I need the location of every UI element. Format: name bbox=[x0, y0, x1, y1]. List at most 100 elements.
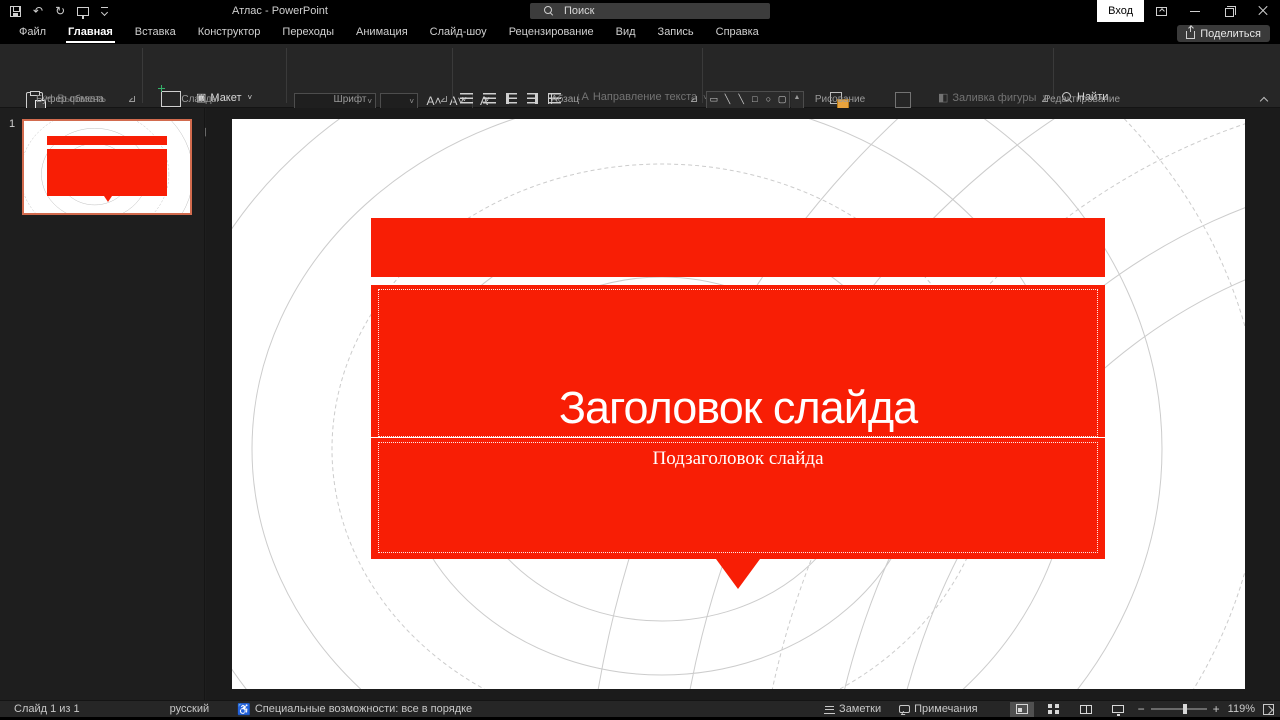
shape-arrow-icon[interactable]: ╲ bbox=[734, 92, 748, 106]
paragraph-dialog-launcher[interactable] bbox=[690, 95, 699, 104]
shape-rounded-rect-icon[interactable]: ▢ bbox=[775, 92, 789, 106]
decrease-indent-button[interactable] bbox=[506, 93, 517, 104]
group-label-slides: Слайды bbox=[160, 94, 240, 105]
slide-title-block: Заголовок слайда Подзаголовок слайда bbox=[371, 285, 1105, 559]
comments-toggle[interactable]: Примечания bbox=[899, 703, 978, 715]
notes-icon bbox=[824, 705, 835, 714]
fit-slide-to-window-icon[interactable] bbox=[1263, 704, 1274, 715]
group-separator bbox=[702, 48, 703, 103]
status-bar: Слайд 1 из 1 русский ♿ Специальные возмо… bbox=[0, 700, 1280, 717]
quick-styles-icon bbox=[895, 92, 911, 108]
slide-subtitle-text: Подзаголовок слайда bbox=[653, 443, 824, 470]
thumbnail-top-banner bbox=[47, 136, 167, 146]
thumbnail-title-block bbox=[47, 149, 167, 196]
customize-qat-icon[interactable] bbox=[101, 7, 108, 16]
tab-slideshow[interactable]: Слайд-шоу bbox=[419, 22, 498, 44]
accessibility-icon: ♿ bbox=[237, 703, 251, 716]
slide-pointer-triangle bbox=[716, 559, 760, 589]
slide-thumbnail-1[interactable] bbox=[22, 119, 192, 215]
shape-oval-icon[interactable]: ○ bbox=[762, 92, 776, 106]
collapse-ribbon-icon[interactable] bbox=[1260, 95, 1268, 103]
ribbon-display-options-button[interactable] bbox=[1144, 0, 1178, 22]
zoom-out-button[interactable]: − bbox=[1138, 704, 1145, 714]
shape-textbox-icon[interactable]: ▭ bbox=[707, 92, 721, 106]
ribbon: Вставить ✂ Вырезать Копировать ✎ Формат … bbox=[0, 44, 1280, 108]
thumbnail-slide-number: 1 bbox=[9, 118, 15, 130]
shape-fill-icon: ◧ bbox=[938, 91, 948, 104]
tab-view[interactable]: Вид bbox=[605, 22, 647, 44]
close-button[interactable] bbox=[1246, 0, 1280, 22]
bullets-button[interactable] bbox=[460, 93, 473, 104]
zoom-slider-thumb[interactable] bbox=[1183, 704, 1187, 714]
tab-insert[interactable]: Вставка bbox=[124, 22, 187, 44]
subtitle-placeholder[interactable]: Подзаголовок слайда bbox=[378, 442, 1098, 553]
reading-view-button[interactable] bbox=[1074, 702, 1098, 717]
slideshow-from-start-icon[interactable] bbox=[77, 7, 89, 16]
group-label-editing: Редактирование bbox=[1022, 94, 1142, 105]
tab-transitions[interactable]: Переходы bbox=[271, 22, 345, 44]
language-indicator[interactable]: русский bbox=[170, 703, 209, 715]
restore-button[interactable] bbox=[1212, 0, 1246, 22]
tab-animations[interactable]: Анимация bbox=[345, 22, 419, 44]
redo-icon[interactable]: ↻ bbox=[55, 0, 65, 22]
zoom-level[interactable]: 119% bbox=[1228, 703, 1255, 715]
numbering-button[interactable] bbox=[483, 93, 496, 104]
clipboard-dialog-launcher[interactable] bbox=[128, 95, 137, 104]
undo-icon[interactable]: ↶ bbox=[33, 0, 43, 22]
sign-in-button[interactable]: Вход bbox=[1097, 0, 1144, 22]
save-icon[interactable] bbox=[10, 6, 21, 17]
shape-line-icon[interactable]: ╲ bbox=[721, 92, 735, 106]
window-controls: Вход bbox=[1097, 0, 1280, 22]
slide-editor-area: Заголовок слайда Подзаголовок слайда bbox=[206, 108, 1280, 700]
normal-view-button[interactable] bbox=[1010, 702, 1034, 717]
slide-sorter-view-button[interactable] bbox=[1042, 702, 1066, 717]
slide-canvas[interactable]: Заголовок слайда Подзаголовок слайда bbox=[232, 119, 1245, 689]
slide-thumbnail-panel: 1 bbox=[0, 108, 205, 700]
search-placeholder: Поиск bbox=[564, 5, 594, 17]
thumbnail-pointer bbox=[104, 196, 112, 202]
search-icon bbox=[544, 6, 554, 16]
group-separator bbox=[452, 48, 453, 103]
share-button[interactable]: Поделиться bbox=[1177, 25, 1270, 42]
share-icon bbox=[1186, 31, 1195, 39]
ribbon-display-options-icon bbox=[1156, 7, 1167, 16]
slideshow-view-icon bbox=[1112, 705, 1124, 713]
comments-icon bbox=[899, 705, 910, 713]
close-icon bbox=[1258, 6, 1268, 16]
tab-home[interactable]: Главная bbox=[57, 22, 124, 44]
accessibility-checker[interactable]: ♿ Специальные возможности: все в порядке bbox=[237, 703, 472, 716]
slideshow-view-button[interactable] bbox=[1106, 702, 1130, 717]
title-bar: ↶ ↻ Атлас - PowerPoint Поиск Вход bbox=[0, 0, 1280, 22]
tab-file[interactable]: Файл bbox=[8, 22, 57, 44]
normal-view-icon bbox=[1016, 704, 1028, 714]
font-dialog-launcher[interactable] bbox=[440, 95, 449, 104]
zoom-slider[interactable] bbox=[1151, 708, 1207, 710]
minimize-button[interactable] bbox=[1178, 0, 1212, 22]
restore-icon bbox=[1225, 8, 1234, 17]
group-separator bbox=[142, 48, 143, 103]
zoom-controls: − + bbox=[1138, 704, 1220, 714]
reading-view-icon bbox=[1080, 705, 1092, 714]
slide-title-text: Заголовок слайда bbox=[559, 385, 917, 436]
zoom-in-button[interactable]: + bbox=[1213, 704, 1220, 714]
slide-sorter-icon bbox=[1048, 704, 1059, 714]
tab-design[interactable]: Конструктор bbox=[187, 22, 272, 44]
title-placeholder[interactable]: Заголовок слайда bbox=[378, 289, 1098, 437]
slide-counter[interactable]: Слайд 1 из 1 bbox=[14, 703, 80, 715]
search-input[interactable]: Поиск bbox=[530, 3, 770, 19]
quick-access-toolbar: ↶ ↻ bbox=[10, 0, 108, 22]
group-label-font: Шрифт bbox=[310, 94, 390, 105]
tab-record[interactable]: Запись bbox=[647, 22, 705, 44]
notes-toggle[interactable]: Заметки bbox=[824, 703, 881, 715]
group-label-paragraph: Абзац bbox=[525, 94, 605, 105]
group-label-clipboard: Буфер обмена bbox=[20, 94, 120, 105]
title-subtitle-separator bbox=[371, 437, 1105, 438]
ribbon-tabs: Файл Главная Вставка Конструктор Переход… bbox=[0, 22, 1280, 44]
tab-review[interactable]: Рецензирование bbox=[498, 22, 605, 44]
tab-help[interactable]: Справка bbox=[705, 22, 770, 44]
share-label: Поделиться bbox=[1200, 28, 1261, 40]
slide-top-banner[interactable] bbox=[371, 218, 1105, 277]
document-title: Атлас - PowerPoint bbox=[232, 0, 328, 22]
group-separator bbox=[286, 48, 287, 103]
shape-rectangle-icon[interactable]: □ bbox=[748, 92, 762, 106]
